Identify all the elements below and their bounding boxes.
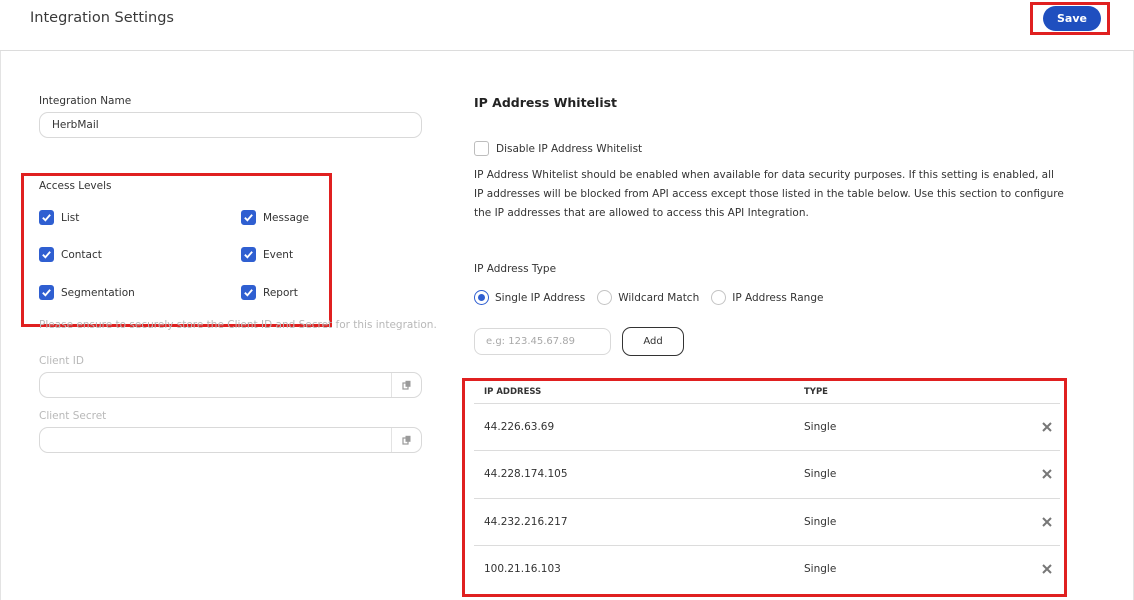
radio-unselected-icon [597,290,613,305]
access-checkbox-segmentation[interactable]: Segmentation [39,285,135,300]
table-divider [474,403,1060,404]
checkbox-checked-icon [39,285,54,300]
table-cell-ip: 44.226.63.69 [484,421,555,433]
disable-whitelist-checkbox[interactable]: Disable IP Address Whitelist [474,141,642,156]
table-cell-ip: 44.228.174.105 [484,468,568,480]
copy-client-secret-button[interactable] [391,428,421,452]
integration-name-label: Integration Name [39,95,132,107]
disable-whitelist-label: Disable IP Address Whitelist [496,142,643,155]
radio-label-single: Single IP Address [495,291,586,304]
ip-type-label: IP Address Type [474,263,557,275]
table-cell-type: Single [804,421,837,433]
save-button[interactable]: Save [1043,6,1101,31]
checkbox-checked-icon [39,247,54,262]
table-cell-type: Single [804,516,837,528]
checkbox-checked-icon [39,210,54,225]
checkbox-checked-icon [241,247,256,262]
table-cell-type: Single [804,563,837,575]
checkbox-checked-icon [241,210,256,225]
radio-ip-range[interactable]: IP Address Range [711,290,823,305]
access-label-message: Message [263,211,310,224]
access-label-event: Event [263,248,294,261]
integration-name-input[interactable]: HerbMail [39,112,422,138]
radio-single-ip[interactable]: Single IP Address [474,290,585,305]
radio-selected-icon [474,290,489,305]
radio-wildcard[interactable]: Wildcard Match [597,290,699,305]
access-label-contact: Contact [61,248,102,261]
add-ip-button[interactable]: Add [622,327,684,356]
remove-row-icon[interactable] [1041,468,1053,480]
remove-row-icon[interactable] [1041,421,1053,433]
access-label-report: Report [263,286,298,299]
access-label-list: List [61,211,80,224]
table-divider [474,450,1060,451]
client-id-input[interactable] [39,372,422,398]
radio-label-wildcard: Wildcard Match [618,291,700,304]
client-secret-label: Client Secret [39,410,107,422]
access-checkbox-report[interactable]: Report [241,285,298,300]
access-levels-label: Access Levels [39,180,112,192]
radio-label-range: IP Address Range [732,291,824,304]
remove-row-icon[interactable] [1041,516,1053,528]
table-cell-ip: 100.21.16.103 [484,563,561,575]
access-checkbox-contact[interactable]: Contact [39,247,102,262]
client-id-label: Client ID [39,355,84,367]
whitelist-description: IP Address Whitelist should be enabled w… [474,169,1064,219]
access-label-segmentation: Segmentation [61,286,135,299]
section-title-ip-whitelist: IP Address Whitelist [474,95,618,110]
remove-row-icon[interactable] [1041,563,1053,575]
access-checkbox-list[interactable]: List [39,210,79,225]
access-checkbox-message[interactable]: Message [241,210,309,225]
copy-icon [401,380,410,390]
radio-unselected-icon [711,290,727,305]
checkbox-checked-icon [241,285,256,300]
column-header-ip: IP ADDRESS [484,387,542,397]
ip-address-input[interactable]: e.g: 123.45.67.89 [474,328,611,355]
page-title: Integration Settings [30,10,174,26]
table-cell-type: Single [804,468,837,480]
secure-note: Please ensure to securely store the Clie… [39,319,437,331]
ip-type-radio-group: Single IP Address Wildcard Match IP Addr… [474,290,835,305]
copy-icon [401,435,410,445]
table-divider [474,545,1060,546]
access-checkbox-event[interactable]: Event [241,247,293,262]
table-cell-ip: 44.232.216.217 [484,516,568,528]
checkbox-unchecked-icon [474,141,489,156]
copy-client-id-button[interactable] [391,373,421,397]
header-bar: Integration Settings [0,0,1134,51]
column-header-type: TYPE [804,387,828,397]
table-divider [474,498,1060,499]
client-secret-input[interactable] [39,427,422,453]
